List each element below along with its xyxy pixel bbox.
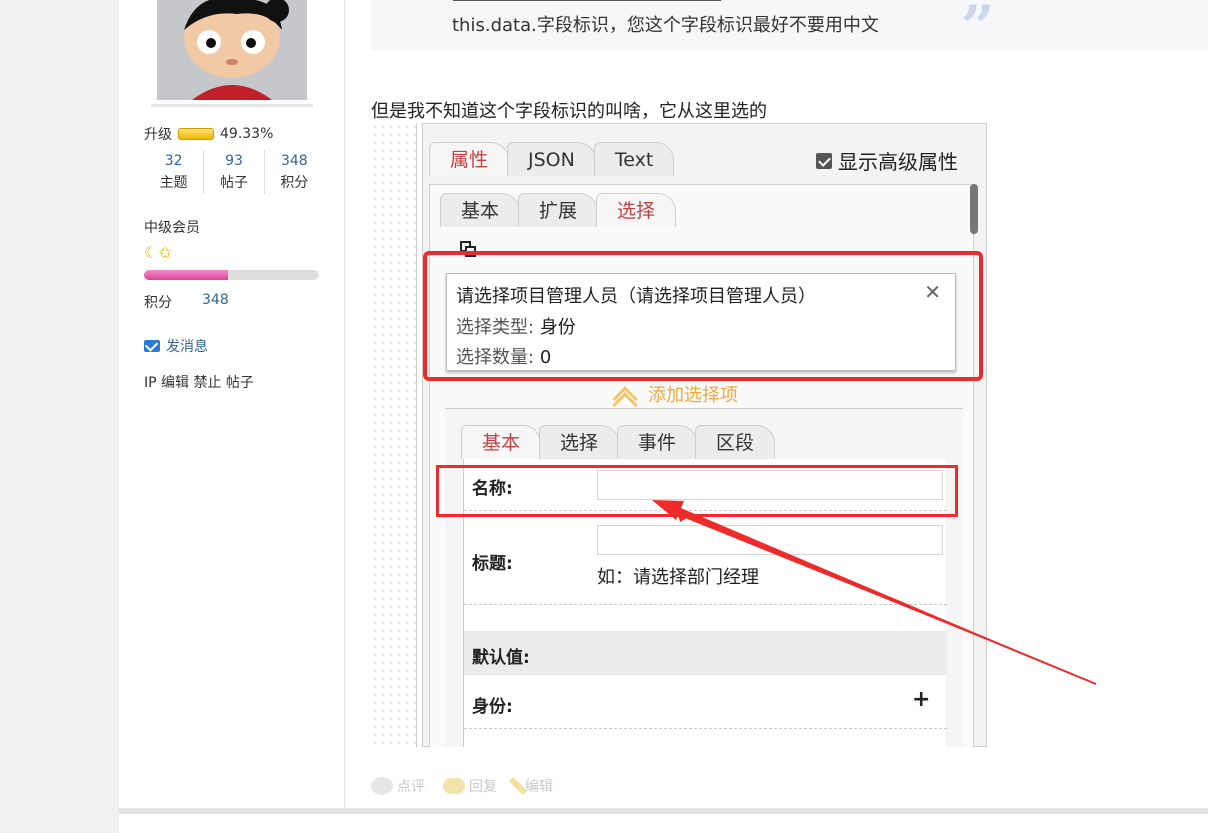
quote-close-icon: ” (961, 0, 995, 61)
tab-text[interactable]: Text (593, 142, 675, 176)
score-row: 积分 348 (144, 292, 229, 312)
stat-points-label: 积分 (280, 175, 309, 191)
stat-points[interactable]: 348 积分 (265, 150, 324, 194)
grade-icons: ☾✩ (144, 243, 172, 262)
property-panel: 属性 JSON Text 显示高级属性 基本 扩展 选择 请选择项目管理人员（请… (422, 123, 987, 747)
reply-label: 回复 (469, 779, 497, 795)
identity-label: 身份: (472, 697, 513, 717)
tab-select[interactable]: 选择 (596, 193, 677, 227)
panel-scrollbar[interactable] (970, 184, 978, 234)
add-option-label: 添加选择项 (648, 385, 738, 406)
send-message-label[interactable]: 发消息 (166, 336, 208, 356)
plus-icon[interactable]: + (912, 687, 930, 712)
level-row: 升级 49.33% (144, 124, 273, 144)
tab-properties[interactable]: 属性 (429, 142, 510, 176)
page: 升级 49.33% 32 主题 93 帖子 348 积分 中级会员 ☾✩ 积分 … (119, 0, 1208, 833)
score-value: 348 (202, 292, 229, 308)
reply-icon (443, 778, 465, 794)
level-label: 升级 (144, 127, 172, 143)
grade-progress-fill (144, 270, 228, 280)
top-tabs: 属性 JSON Text (429, 142, 675, 176)
show-advanced-toggle[interactable]: 显示高级属性 (816, 146, 958, 175)
title-label: 标题: (472, 554, 513, 574)
reply-button[interactable]: 回复 (443, 776, 497, 796)
identity-row: 身份: + (464, 675, 947, 729)
avatar-cartoon-icon (157, 0, 307, 100)
stat-threads-label: 主题 (159, 175, 188, 191)
chevron-up-icon (608, 384, 642, 418)
admin-links[interactable]: IP 编辑 禁止 帖子 (144, 372, 254, 392)
tab-basic[interactable]: 基本 (440, 193, 521, 227)
add-option-button[interactable]: 添加选择项 (608, 381, 738, 418)
field-tab-select[interactable]: 选择 (539, 425, 620, 459)
embedded-screenshot: 属性 JSON Text 显示高级属性 基本 扩展 选择 请选择项目管理人员（请… (371, 123, 987, 747)
quote-block: “ this.data.字段标识，您这个字段标识最好不要用中文 ” (371, 0, 1208, 56)
avatar-divider (151, 104, 313, 107)
envelope-icon (144, 340, 160, 352)
mid-tabs: 基本 扩展 选择 (440, 193, 677, 227)
stat-posts[interactable]: 93 帖子 (204, 150, 265, 194)
comment-label: 点评 (397, 779, 425, 795)
field-settings: 基本 选择 事件 区段 名称: 标题: 如：请选择部门经理 默认值: 身份: + (445, 408, 963, 747)
bottom-divider (119, 808, 1208, 814)
quote-text: this.data.字段标识，您这个字段标识最好不要用中文 (452, 15, 879, 36)
stat-threads-num[interactable]: 32 (144, 150, 203, 172)
title-input[interactable] (597, 525, 943, 555)
score-label: 积分 (144, 295, 172, 311)
field-tab-section[interactable]: 区段 (695, 425, 776, 459)
highlight-box-name (436, 465, 958, 517)
tab-extend[interactable]: 扩展 (518, 193, 599, 227)
stat-points-num[interactable]: 348 (265, 150, 324, 172)
field-tabs: 基本 选择 事件 区段 (461, 425, 776, 459)
stat-threads[interactable]: 32 主题 (144, 150, 205, 194)
canvas-edge (416, 123, 417, 747)
level-percent: 49.33% (220, 126, 274, 142)
edit-button[interactable]: 编辑 (508, 776, 553, 796)
stat-posts-label: 帖子 (219, 175, 248, 191)
user-stats: 32 主题 93 帖子 348 积分 (144, 150, 324, 194)
title-row: 标题: 如：请选择部门经理 (464, 511, 947, 605)
user-sidebar: 升级 49.33% 32 主题 93 帖子 348 积分 中级会员 ☾✩ 积分 … (119, 0, 345, 808)
post-actions: 点评 回复 编辑 (371, 776, 553, 796)
level-bar (178, 128, 214, 140)
dotted-canvas (371, 123, 416, 747)
show-advanced-label: 显示高级属性 (838, 150, 958, 174)
tab-json[interactable]: JSON (507, 142, 596, 176)
stat-posts-num[interactable]: 93 (204, 150, 263, 172)
default-value-header: 默认值: (464, 631, 947, 675)
star-icon: ✩ (158, 243, 172, 262)
comment-button[interactable]: 点评 (371, 776, 425, 796)
post-paragraph: 但是我不知道这个字段标识的叫啥，它从这里选的 (371, 101, 767, 122)
edit-label: 编辑 (525, 779, 553, 795)
grade-progress (144, 270, 319, 280)
user-grade: 中级会员 (144, 220, 200, 236)
send-message-link[interactable]: 发消息 (144, 336, 208, 356)
checkbox-checked-icon[interactable] (816, 152, 832, 169)
highlight-box-selection (423, 251, 983, 381)
field-tab-events[interactable]: 事件 (617, 425, 698, 459)
field-tab-basic[interactable]: 基本 (461, 425, 542, 459)
title-hint: 如：请选择部门经理 (597, 567, 759, 588)
comment-icon (371, 777, 393, 795)
avatar[interactable] (157, 0, 307, 100)
moon-icon: ☾ (144, 243, 159, 262)
quote-underline (453, 0, 721, 1)
default-value-label: 默认值: (472, 648, 530, 668)
quote-open-icon: “ (391, 0, 425, 38)
